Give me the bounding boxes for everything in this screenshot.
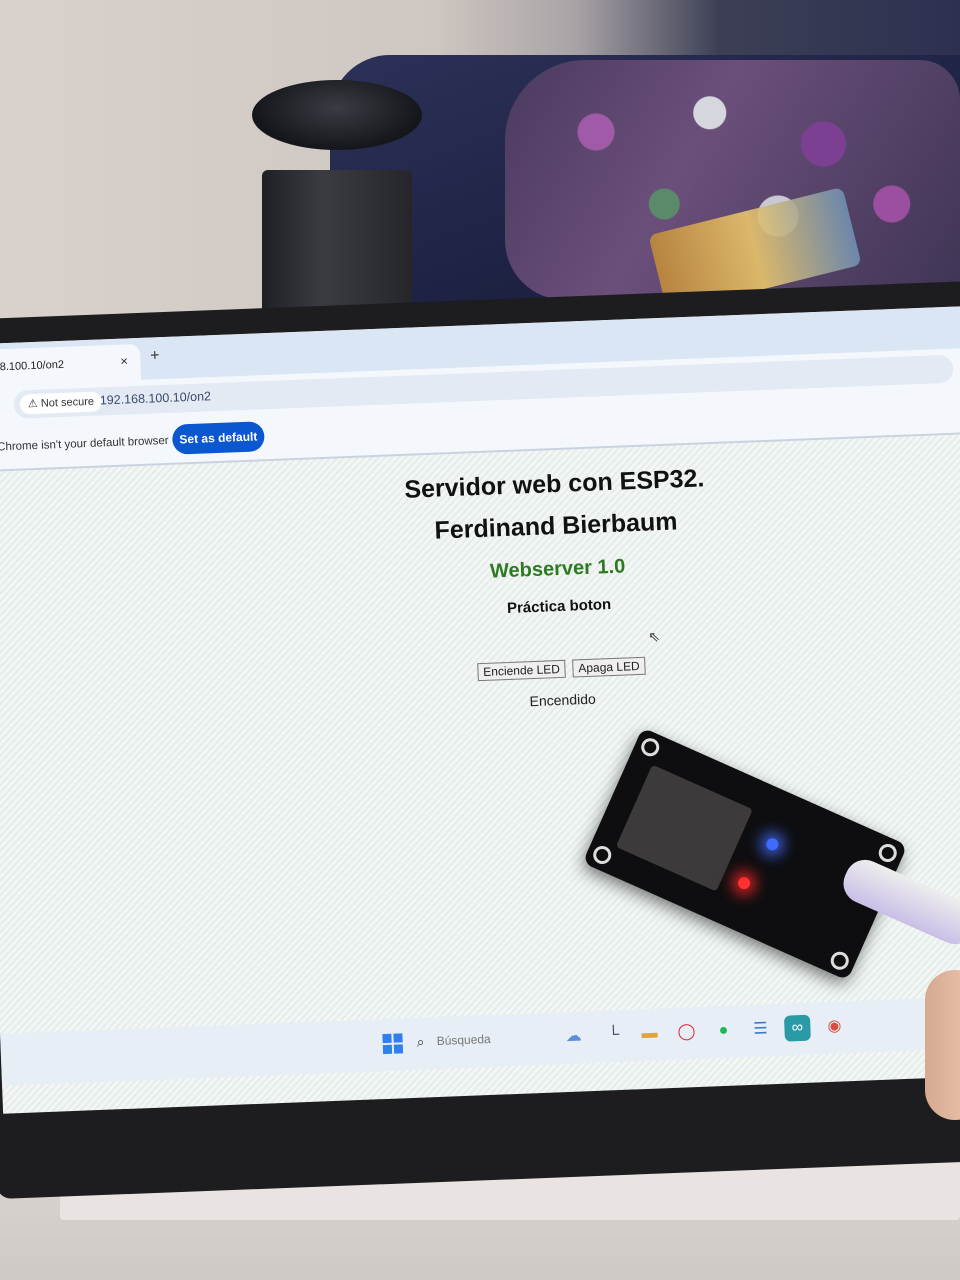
set-as-default-button[interactable]: Set as default (171, 421, 265, 455)
warning-icon: ⚠ (27, 397, 42, 411)
search-icon[interactable]: ⌕ (416, 1033, 424, 1050)
finger (925, 970, 960, 1120)
trash-bin (252, 80, 422, 320)
led-on-button[interactable]: Enciende LED (476, 659, 567, 682)
red-led (736, 875, 752, 892)
windows-icon[interactable] (382, 1033, 404, 1055)
widgets-icon[interactable]: ☁ (560, 1023, 587, 1050)
new-tab-button[interactable]: + (150, 347, 160, 365)
arduino-icon[interactable]: ∞ (783, 1014, 811, 1042)
laptop-screen: .168.100.10/on2 × + ↻ ⚠ Not secure 192.1… (0, 306, 960, 1114)
esp32-module (615, 764, 753, 892)
file-explorer-icon[interactable]: ▬ (636, 1020, 663, 1047)
app-icon[interactable]: └ (600, 1022, 627, 1049)
mouse-cursor-icon: ⇖ (647, 628, 661, 645)
security-label: Not secure (40, 395, 95, 410)
taskbar-search[interactable]: Búsqueda (436, 1032, 491, 1048)
opera-icon[interactable]: ◯ (673, 1019, 700, 1046)
tab-title: .168.100.10/on2 (0, 358, 65, 374)
infobar-message: e Chrome isn't your default browser (0, 434, 169, 454)
chrome-icon[interactable]: ◉ (821, 1013, 848, 1040)
spotify-icon[interactable]: ● (710, 1018, 737, 1045)
notepad-icon[interactable]: ☰ (747, 1016, 774, 1043)
url-text[interactable]: 192.168.100.10/on2 (100, 389, 212, 407)
security-chip[interactable]: ⚠ Not secure (19, 391, 103, 415)
blue-led (764, 836, 781, 853)
close-tab-icon[interactable]: × (120, 353, 128, 368)
led-off-button[interactable]: Apaga LED (572, 656, 647, 678)
